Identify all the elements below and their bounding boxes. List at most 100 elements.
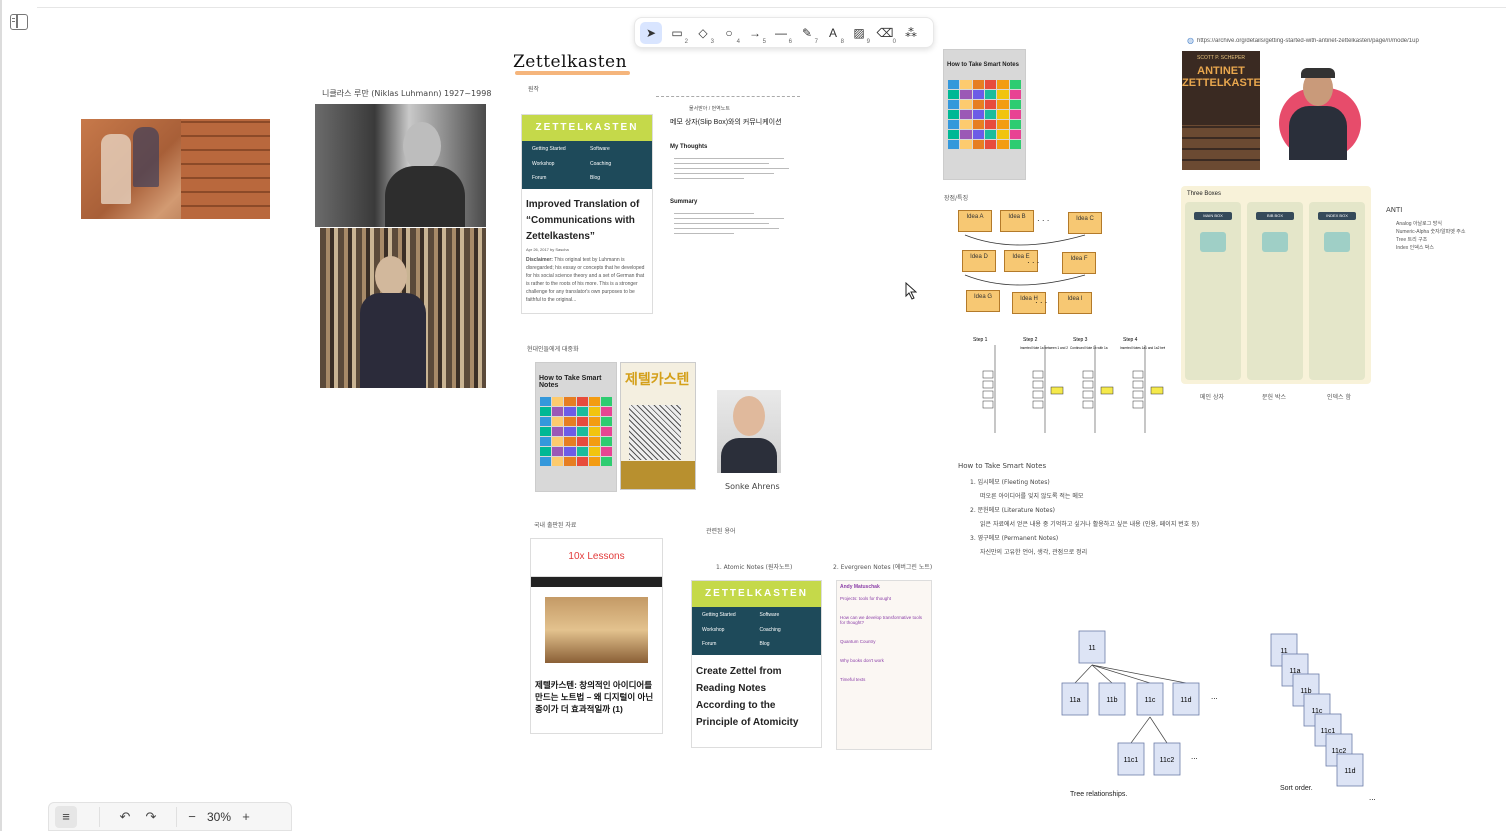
- tree-ellipsis: ...: [1211, 692, 1218, 701]
- zk-nav-item[interactable]: Software: [590, 146, 642, 155]
- sticky-connectors: · · · · · · · · ·: [964, 216, 1086, 307]
- zk-nav-item[interactable]: Coaching: [590, 161, 642, 170]
- sidebar-toggle-icon[interactable]: [10, 14, 28, 30]
- tree-node-label: 11b: [1106, 697, 1117, 704]
- image-tool[interactable]: ▨ 9: [848, 22, 870, 45]
- zoom-level[interactable]: 30%: [203, 810, 235, 824]
- grid-cell: [588, 407, 600, 416]
- korean-zk-book-cover[interactable]: 제텔카스텐: [620, 362, 696, 490]
- step-card: [1082, 370, 1094, 379]
- tree-edge: [1091, 664, 1151, 684]
- cabinet-photo[interactable]: [81, 119, 270, 219]
- grid-cell: [540, 427, 552, 436]
- 10x-lessons-article[interactable]: 10x Lessons 제텔카스텐: 창의적인 아이디어를 만드는 노트법 – …: [530, 538, 663, 734]
- menu-icon[interactable]: ≡: [55, 805, 77, 828]
- zk-nav-item[interactable]: Software: [760, 612, 812, 621]
- diamond-tool[interactable]: ◇ 3: [692, 22, 714, 45]
- grid-cell: [997, 100, 1009, 109]
- svg-text:· · ·: · · ·: [1027, 258, 1039, 267]
- zoom-in-button[interactable]: +: [235, 806, 257, 828]
- scheper-photo[interactable]: [1275, 68, 1361, 164]
- zk-nav-item[interactable]: Blog: [590, 175, 642, 184]
- zk-nav-item[interactable]: Getting Started: [702, 612, 754, 621]
- main-box-kr: 메인 상자: [1200, 394, 1224, 401]
- grid-cell: [564, 457, 576, 466]
- zk-nav-item[interactable]: Getting Started: [532, 146, 584, 155]
- grid-cell: [540, 447, 552, 456]
- zk-article-title[interactable]: Improved Translation of “Communications …: [522, 189, 652, 247]
- grid-cell: [600, 417, 612, 426]
- more-tools-icon: ⁂: [905, 25, 917, 40]
- canvas-left-edge: [0, 0, 2, 831]
- tree-node-label: 11c1: [1124, 757, 1139, 764]
- zk-nav-item[interactable]: Blog: [760, 641, 812, 650]
- grid-cell: [948, 80, 960, 89]
- antinet-book-cover[interactable]: SCOTT P. SCHEPER ANTINET ZETTELKASTEN: [1182, 51, 1260, 170]
- grid-cell: [984, 110, 997, 119]
- grid-cell: [972, 120, 984, 129]
- line-tool[interactable]: —6: [770, 22, 792, 45]
- eraser-tool[interactable]: ⌫ 0: [874, 22, 896, 45]
- zk-nav-item[interactable]: Forum: [702, 641, 754, 650]
- arrow-tool-icon: →: [749, 25, 761, 40]
- evergreen-notes-card[interactable]: Andy Matuschak Projects: tools for thoug…: [836, 580, 932, 750]
- sonke-ahrens-photo[interactable]: [717, 390, 781, 473]
- arrow-tool[interactable]: → 5: [744, 22, 766, 45]
- zk-atomicity-article[interactable]: ZETTELKASTEN Getting Started Software Work…: [691, 580, 822, 748]
- step-label: Step 2: [1023, 337, 1038, 343]
- shortcut-key: 7: [814, 38, 818, 45]
- smart-notes-book-cover-2[interactable]: How to Take Smart Notes: [943, 49, 1026, 180]
- antinet-title: ANTINET ZETTELKASTEN: [1182, 65, 1260, 89]
- zk-translation-article[interactable]: ZETTELKASTEN Getting Started Software Work…: [521, 114, 653, 314]
- zoom-out-button[interactable]: −: [181, 806, 203, 828]
- index-box-kr: 인덱스 함: [1327, 394, 1351, 401]
- luhmann-office-photo[interactable]: [320, 228, 486, 388]
- rectangle-tool[interactable]: ▭ 2: [666, 22, 688, 45]
- grid-cell: [564, 407, 576, 416]
- grid-cell: [552, 427, 564, 436]
- step-card: [982, 400, 994, 409]
- tree-node-label: 11d: [1180, 697, 1191, 704]
- zk2-article-title[interactable]: Create Zettel from Reading Notes Accordi…: [692, 655, 821, 739]
- tree-edge: [1091, 664, 1187, 684]
- evergreen-link[interactable]: Timeful texts: [837, 674, 931, 685]
- kr-book-title: 제텔카스텐: [625, 371, 690, 387]
- ellipse-tool[interactable]: ○ 4: [718, 22, 740, 45]
- select-tool[interactable]: ➤: [640, 21, 662, 44]
- evergreen-link[interactable]: How can we develop transformative tools …: [837, 612, 931, 628]
- grid-cell: [948, 100, 960, 109]
- undo-icon[interactable]: ↶: [114, 806, 136, 828]
- step-note: Inserted Note 1a between 1 and 2: [1020, 346, 1068, 350]
- grid-cell: [552, 457, 564, 466]
- inserted-card: [1150, 386, 1164, 395]
- sort-order-diagram[interactable]: 1111a11b11c11c111c211d...: [1265, 628, 1385, 803]
- zk-nav-item[interactable]: Workshop: [702, 627, 754, 636]
- tree-edge: [1149, 716, 1168, 744]
- tree-node-label: 11c2: [1160, 757, 1175, 764]
- evergreen-link[interactable]: Quantum Country: [837, 636, 931, 647]
- evergreen-link[interactable]: Why books don't work: [837, 655, 931, 666]
- anti-title: ANTI: [1386, 206, 1403, 214]
- three-boxes-diagram[interactable]: Three Boxes MAIN BOX BIB BOX INDEX BOX: [1181, 186, 1371, 384]
- drawing-toolbar: ➤ ▭ 2 ◇ 3 ○ 4 → 5—6 ✎ 7 A 8 ▨ 9 ⌫ 0 ⁂: [634, 17, 934, 48]
- pencil-tool[interactable]: ✎ 7: [796, 22, 818, 45]
- redo-icon[interactable]: ↷: [140, 806, 162, 828]
- tree-relationships-diagram[interactable]: 11 11a 11b 11c 11d 11c1 11c2......: [1055, 625, 1235, 805]
- grid-cell: [984, 120, 997, 129]
- more-tools[interactable]: ⁂: [900, 22, 922, 44]
- zk-nav-item[interactable]: Forum: [532, 175, 584, 184]
- archive-url[interactable]: https://archive.org/details/getting-star…: [1197, 38, 1497, 44]
- grid-cell: [1009, 100, 1021, 109]
- shortcut-key: 5: [762, 38, 766, 45]
- grid-cell: [552, 407, 564, 416]
- note-thoughts-lines: [656, 152, 800, 185]
- text-tool[interactable]: A8: [822, 22, 844, 45]
- zk-nav-item[interactable]: Coaching: [760, 627, 812, 636]
- rectangle-tool-icon: ▭: [671, 25, 683, 40]
- evergreen-link[interactable]: Projects: tools for thought: [837, 593, 931, 604]
- luhmann-portrait-photo[interactable]: [315, 104, 486, 227]
- slip-box-note-card[interactable]: 물서받아 / 번역노트 메모 상자(Slip Box)와의 커뮤니케이션 My …: [656, 96, 800, 316]
- zk-nav-item[interactable]: Workshop: [532, 161, 584, 170]
- tree-ellipsis: ...: [1191, 752, 1198, 761]
- smart-notes-book-cover[interactable]: How to Take Smart Notes: [535, 362, 617, 492]
